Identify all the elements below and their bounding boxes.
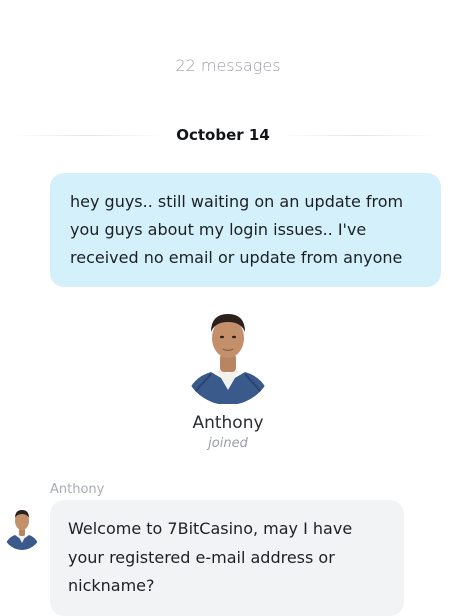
agent-avatar-small: [3, 506, 41, 550]
divider-line-left: [10, 134, 167, 136]
joined-status: joined: [208, 436, 248, 451]
avatar-photo-icon: [3, 506, 41, 550]
agent-avatar-large: [183, 304, 273, 404]
join-event: Anthony joined: [0, 304, 456, 451]
message-count: 22 messages: [175, 56, 281, 75]
avatar-photo-icon: [183, 304, 273, 404]
joined-agent-name: Anthony: [192, 413, 264, 433]
date-divider: October 14: [10, 124, 436, 146]
outgoing-message-bubble: hey guys.. still waiting on an update fr…: [50, 173, 441, 287]
divider-line-right: [279, 134, 436, 136]
incoming-message-bubble: Welcome to 7BitCasino, may I have your r…: [50, 500, 404, 616]
date-label: October 14: [176, 126, 270, 144]
sender-name: Anthony: [50, 482, 105, 497]
